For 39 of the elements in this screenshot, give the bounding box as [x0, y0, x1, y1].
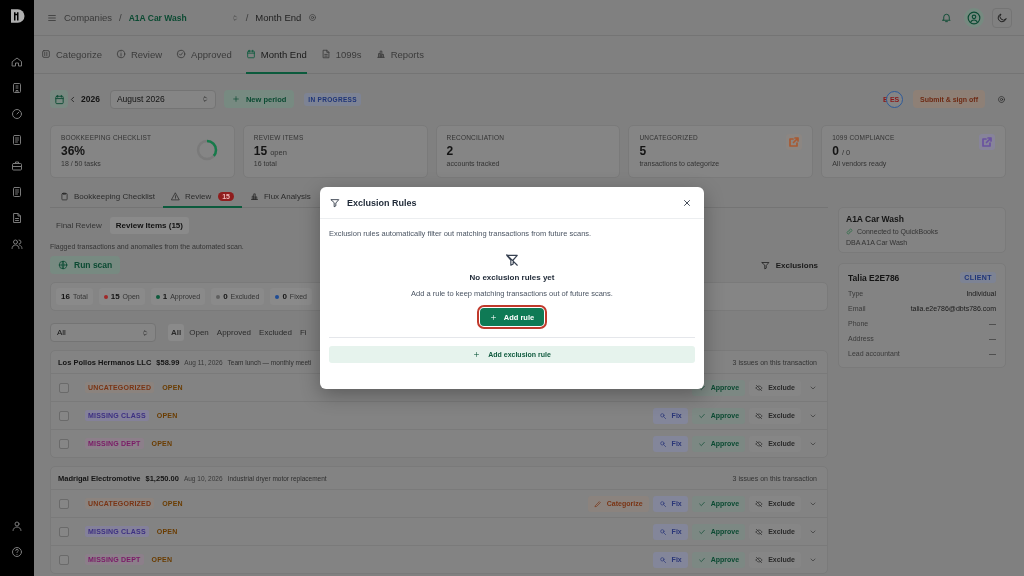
count-value: 16 — [61, 292, 70, 301]
stat-value: 15 — [253, 144, 268, 158]
count-value: 0 — [223, 292, 228, 301]
breadcrumb-current: Month End — [255, 12, 302, 23]
stat-value: 2 — [446, 144, 454, 158]
count-value: 1 — [162, 292, 168, 301]
filter-tab[interactable]: All — [168, 324, 185, 341]
company-selector[interactable]: A1A Car Wash — [128, 12, 224, 23]
nav-tab[interactable]: Approved — [176, 36, 232, 74]
section-tab[interactable]: Bookkeeping Checklist — [52, 187, 163, 208]
stat-value: 5 — [639, 144, 647, 158]
filter-tab[interactable]: Excluded — [256, 324, 295, 341]
nav-tab[interactable]: Month End — [245, 36, 307, 74]
count-value: 15 — [110, 292, 120, 301]
nav-tab[interactable]: 1099s — [320, 36, 362, 74]
run-scan-button[interactable]: Run scan — [50, 256, 121, 274]
month-select[interactable]: August 2026 — [109, 89, 216, 109]
status-select[interactable]: All — [50, 323, 156, 342]
section-tab[interactable]: Flux Analysis — [241, 187, 319, 208]
segment-tab[interactable]: Review Items (15) — [109, 217, 189, 234]
segment-tab[interactable]: Final Review — [50, 217, 108, 234]
stat-value: 36% — [61, 144, 86, 158]
nav-tab[interactable]: Reports — [375, 36, 424, 74]
year-label: 2026 — [81, 94, 100, 104]
nav-tab[interactable]: Review — [115, 36, 163, 74]
empty-state-title: No exclusion rules yet — [469, 273, 555, 282]
breadcrumb-separator: / — [119, 12, 122, 23]
count-value: 0 — [282, 292, 287, 301]
stat-value: 0 — [832, 144, 839, 158]
dialog-title: Exclusion Rules — [347, 197, 418, 208]
filter-tab[interactable]: Fi — [297, 324, 310, 341]
company-name: A1A Car Wash — [846, 214, 905, 224]
exclusions-button[interactable]: Exclusions — [760, 260, 818, 270]
filter-tab[interactable]: Open — [186, 324, 212, 341]
filter-tab[interactable]: Approved — [213, 324, 255, 341]
breadcrumb-link[interactable]: Companies — [64, 12, 113, 23]
contact-name: Talia E2E786 — [848, 272, 900, 283]
nav-tab[interactable]: Categorize — [41, 36, 102, 74]
breadcrumb-separator: / — [245, 12, 249, 23]
